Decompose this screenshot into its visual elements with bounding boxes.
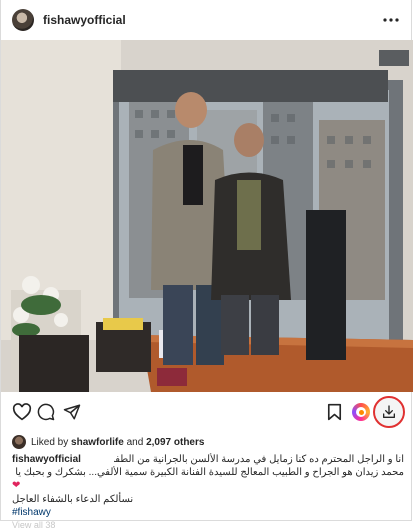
post-username[interactable]: fishawyofficial xyxy=(43,13,126,27)
avatar[interactable] xyxy=(12,435,26,449)
post-actions xyxy=(1,392,413,432)
avatar[interactable] xyxy=(12,9,34,31)
likes-user[interactable]: shawforlife xyxy=(71,437,124,448)
post-image[interactable] xyxy=(1,40,413,392)
hashtag-link[interactable]: #fishawy xyxy=(12,506,51,519)
bookmark-icon[interactable] xyxy=(323,401,345,423)
download-icon[interactable] xyxy=(373,396,405,428)
comment-icon[interactable] xyxy=(35,401,57,423)
caption-text-line: محمد زيدان هو الجراح و الطبيب المعالج لل… xyxy=(12,467,404,478)
more-horizontal-icon[interactable] xyxy=(381,10,401,30)
caption-text-line: انا و الراجل المحترم ده كنا زمايل في مدر… xyxy=(114,454,404,465)
likes-row: Liked by shawforlife and 2,097 others xyxy=(12,434,204,450)
likes-and: and xyxy=(126,436,144,448)
heart-emoji: ❤ xyxy=(12,480,21,491)
caption-username[interactable]: fishawyofficial xyxy=(12,453,81,466)
likes-count[interactable]: 2,097 others xyxy=(146,437,204,448)
post-card: fishawyofficial Liked by shawforlife and… xyxy=(0,0,413,530)
likes-prefix: Liked by xyxy=(31,436,69,448)
post-header: fishawyofficial xyxy=(1,0,413,40)
colorful-circle-icon[interactable] xyxy=(352,403,370,421)
heart-icon[interactable] xyxy=(11,401,33,423)
send-icon[interactable] xyxy=(61,401,83,423)
caption-text-line: نسألكم الدعاء بالشفاء العاجل xyxy=(12,494,134,505)
